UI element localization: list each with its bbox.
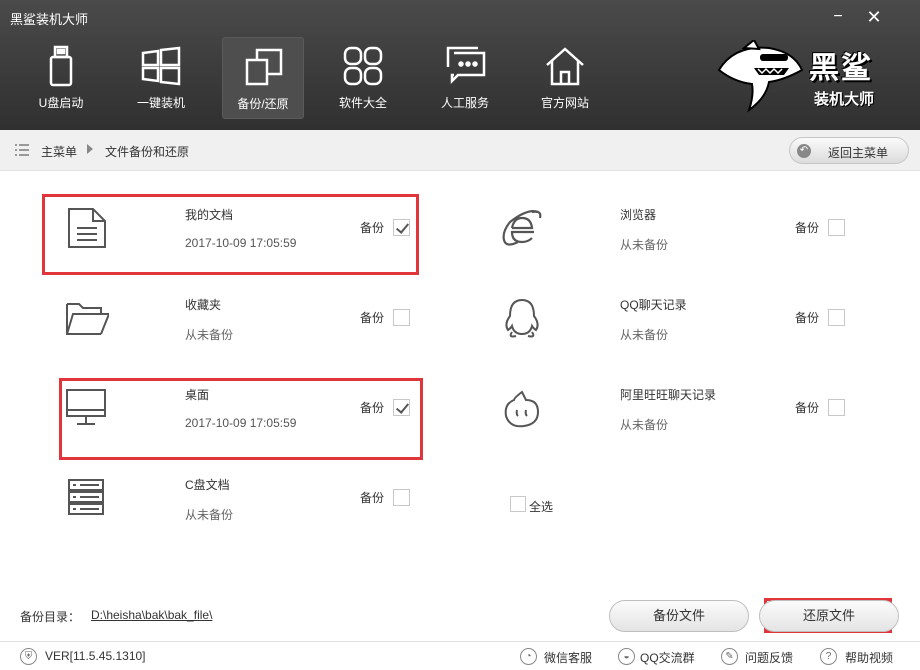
nav-software[interactable]: 软件大全 [322, 37, 404, 119]
version-text: VER[11.5.45.1310] [45, 649, 146, 663]
item-status: 从未备份 [620, 418, 669, 432]
close-button[interactable]: ✕ [863, 6, 885, 28]
qq-icon: ◒ [618, 648, 635, 665]
nav-label: 官方网站 [540, 96, 589, 110]
back-to-menu-button[interactable]: ↶ 返回主菜单 [789, 137, 909, 164]
backup-checkbox[interactable] [828, 399, 845, 416]
backup-label: 备份 [795, 221, 820, 235]
nav-label: 一键装机 [136, 96, 185, 110]
status-bar: ⛨ VER[11.5.45.1310] ◔ 微信客服 ◒ QQ交流群 ✎ 问题反… [0, 641, 920, 670]
breadcrumb-bar: 主菜单 文件备份和还原 ↶ 返回主菜单 [0, 130, 920, 171]
back-arrow-icon: ↶ [797, 144, 811, 158]
nav-usb-boot[interactable]: U盘启动 [20, 37, 102, 119]
back-button-label: 返回主菜单 [828, 146, 889, 160]
backup-item-c-drive-docs: C盘文档 从未备份 备份 [45, 466, 425, 526]
windows-icon [141, 46, 181, 86]
folder-icon [66, 303, 109, 335]
title-bar: 黑鲨装机大师 − ✕ U盘启动 一键装机 备份/还原 软件大全 人工服务 官方网… [0, 0, 920, 130]
aliwangwang-icon [504, 390, 540, 428]
home-icon [546, 47, 584, 86]
restore-files-button[interactable]: 还原文件 [759, 600, 899, 632]
breadcrumb-arrow-icon [87, 144, 93, 154]
backup-checkbox[interactable] [393, 219, 410, 236]
breadcrumb-current: 文件备份和还原 [105, 145, 190, 159]
backup-dir-label: 备份目录： [20, 610, 81, 624]
nav-label: 人工服务 [440, 96, 489, 110]
item-name: C盘文档 [185, 478, 230, 492]
app-title: 黑鲨装机大师 [10, 12, 89, 27]
backup-checkbox[interactable] [393, 489, 410, 506]
item-name: 阿里旺旺聊天记录 [620, 388, 717, 402]
qq-penguin-icon [505, 298, 539, 338]
backup-files-button[interactable]: 备份文件 [609, 600, 749, 632]
backup-item-my-documents: 我的文档 2017-10-09 17:05:59 备份 [45, 196, 425, 256]
backup-restore-icon [245, 48, 283, 86]
monitor-icon [66, 389, 106, 425]
logo-subtext: 装机大师 [814, 91, 875, 108]
backup-checkbox[interactable] [393, 309, 410, 326]
backup-item-aliwangwang: 阿里旺旺聊天记录 从未备份 备份 [480, 376, 860, 436]
shark-logo-icon [717, 40, 804, 113]
backup-label: 备份 [360, 401, 385, 415]
backup-label: 备份 [360, 221, 385, 235]
usb-drive-icon [49, 45, 73, 87]
help-video-link[interactable]: 帮助视频 [845, 649, 893, 666]
item-name: 浏览器 [620, 208, 657, 222]
backup-item-browser: 浏览器 从未备份 备份 [480, 196, 860, 256]
backup-checkbox[interactable] [393, 399, 410, 416]
item-name: QQ聊天记录 [620, 298, 687, 312]
nav-label: U盘启动 [38, 96, 84, 110]
item-status: 2017-10-09 17:05:59 [185, 236, 297, 250]
server-drive-icon [68, 479, 104, 515]
help-icon: ? [820, 648, 837, 665]
item-name: 桌面 [185, 388, 210, 402]
breadcrumb-home[interactable]: 主菜单 [41, 143, 77, 160]
select-all-label[interactable]: 全选 [529, 498, 553, 515]
qq-group-link[interactable]: QQ交流群 [640, 649, 695, 666]
item-status: 从未备份 [185, 328, 234, 342]
backup-label: 备份 [360, 311, 385, 325]
nav-label: 软件大全 [338, 96, 387, 110]
backup-label: 备份 [795, 311, 820, 325]
item-status: 从未备份 [620, 328, 669, 342]
item-status: 2017-10-09 17:05:59 [185, 416, 297, 430]
menu-list-icon [15, 144, 29, 156]
backup-checkbox[interactable] [828, 219, 845, 236]
ie-browser-icon [502, 210, 542, 246]
document-icon [68, 208, 106, 248]
minimize-button[interactable]: − [827, 6, 849, 28]
backup-label: 备份 [795, 401, 820, 415]
chat-bubble-icon [446, 46, 486, 85]
nav-one-click-install[interactable]: 一键装机 [120, 37, 202, 119]
logo-text: 黑鲨 [809, 52, 873, 85]
wechat-support-link[interactable]: 微信客服 [544, 649, 592, 666]
item-status: 从未备份 [185, 508, 234, 522]
nav-official-site[interactable]: 官方网站 [524, 37, 606, 119]
item-name: 收藏夹 [185, 298, 222, 312]
feedback-icon: ✎ [721, 648, 738, 665]
backup-item-favorites: 收藏夹 从未备份 备份 [45, 286, 425, 346]
apps-grid-icon [343, 46, 383, 86]
feedback-link[interactable]: 问题反馈 [745, 649, 793, 666]
backup-item-desktop: 桌面 2017-10-09 17:05:59 备份 [45, 376, 425, 436]
nav-backup-restore[interactable]: 备份/还原 [222, 37, 304, 119]
nav-manual-service[interactable]: 人工服务 [424, 37, 506, 119]
select-all-checkbox[interactable] [510, 496, 526, 512]
backup-checkbox[interactable] [828, 309, 845, 326]
backup-item-qq-chat: QQ聊天记录 从未备份 备份 [480, 286, 860, 346]
item-status: 从未备份 [620, 238, 669, 252]
brand-logo: 黑鲨 装机大师 [714, 40, 894, 115]
shield-icon: ⛨ [20, 648, 37, 665]
backup-dir-path-link[interactable]: D:\heisha\bak\bak_file\ [91, 608, 212, 622]
item-name: 我的文档 [185, 208, 234, 222]
backup-label: 备份 [360, 491, 385, 505]
nav-label: 备份/还原 [237, 97, 289, 111]
wechat-icon: ◔ [520, 648, 537, 665]
